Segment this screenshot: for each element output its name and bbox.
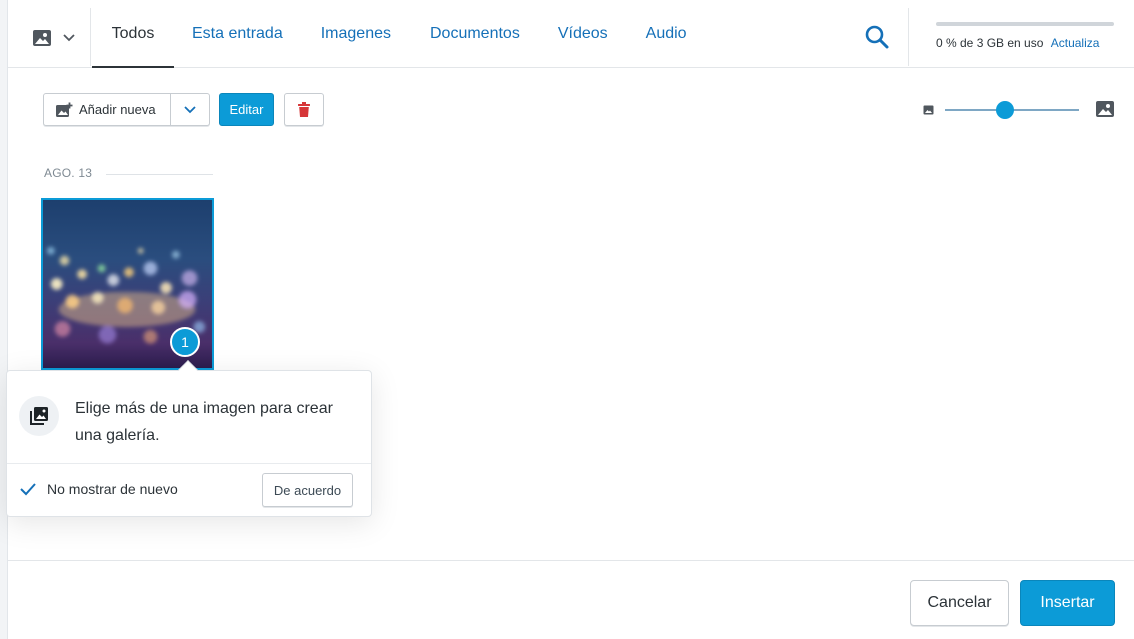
- add-new-label: Añadir nueva: [79, 102, 156, 117]
- gallery-icon: [19, 396, 59, 436]
- add-new-split-button: Añadir nueva: [43, 93, 210, 126]
- insert-button[interactable]: Insertar: [1020, 580, 1115, 626]
- small-image-icon: [923, 105, 934, 115]
- storage-progress-bar: [936, 22, 1114, 26]
- divider: [90, 8, 91, 66]
- cancel-button[interactable]: Cancelar: [910, 580, 1009, 626]
- checkmark-icon: [20, 483, 36, 496]
- storage-meter: 0 % de 3 GB en uso Actualiza: [936, 22, 1116, 50]
- search-icon: [865, 25, 889, 49]
- search-button[interactable]: [864, 24, 890, 50]
- gallery-tip-popover: Elige más de una imagen para crear una g…: [6, 360, 372, 517]
- upgrade-link[interactable]: Actualiza: [1051, 36, 1100, 50]
- chevron-down-icon: [184, 105, 196, 113]
- divider: [908, 8, 909, 66]
- chevron-down-icon: [62, 33, 76, 43]
- footer-divider: [8, 560, 1134, 561]
- gallery-tip-message: Elige más de una imagen para crear una g…: [75, 400, 333, 444]
- storage-used-text: 0 % de 3 GB en uso: [936, 36, 1044, 50]
- tab-documentos[interactable]: Documentos: [430, 0, 520, 68]
- media-type-picker[interactable]: [32, 26, 84, 50]
- thumbnail-size-slider[interactable]: [923, 99, 1115, 121]
- media-header: Todos Esta entrada Imagenes Documentos V…: [8, 0, 1134, 68]
- add-new-dropdown-button[interactable]: [171, 94, 209, 125]
- trash-icon: [298, 102, 310, 117]
- left-edge-strip: [0, 0, 8, 639]
- ok-button[interactable]: De acuerdo: [262, 473, 353, 507]
- slider-handle[interactable]: [996, 101, 1015, 119]
- tab-esta-entrada[interactable]: Esta entrada: [192, 0, 283, 68]
- add-image-icon: [56, 102, 73, 117]
- add-new-button[interactable]: Añadir nueva: [44, 94, 171, 125]
- delete-button[interactable]: [284, 93, 324, 126]
- dont-show-again-checkbox[interactable]: No mostrar de nuevo: [19, 481, 178, 497]
- tab-todos[interactable]: Todos: [92, 0, 174, 68]
- tab-audio[interactable]: Audio: [646, 0, 687, 68]
- date-group-label: AGO. 13: [44, 166, 93, 180]
- date-group-divider: [106, 174, 213, 175]
- edit-button[interactable]: Editar: [219, 93, 274, 126]
- filter-tabs: Todos Esta entrada Imagenes Documentos V…: [92, 0, 687, 68]
- divider: [7, 463, 371, 464]
- selection-order-badge: 1: [170, 327, 200, 357]
- image-icon: [32, 29, 52, 47]
- dont-show-again-label: No mostrar de nuevo: [47, 481, 178, 497]
- large-image-icon: [1096, 101, 1114, 117]
- tab-imagenes[interactable]: Imagenes: [321, 0, 391, 68]
- tab-videos[interactable]: Vídeos: [558, 0, 608, 68]
